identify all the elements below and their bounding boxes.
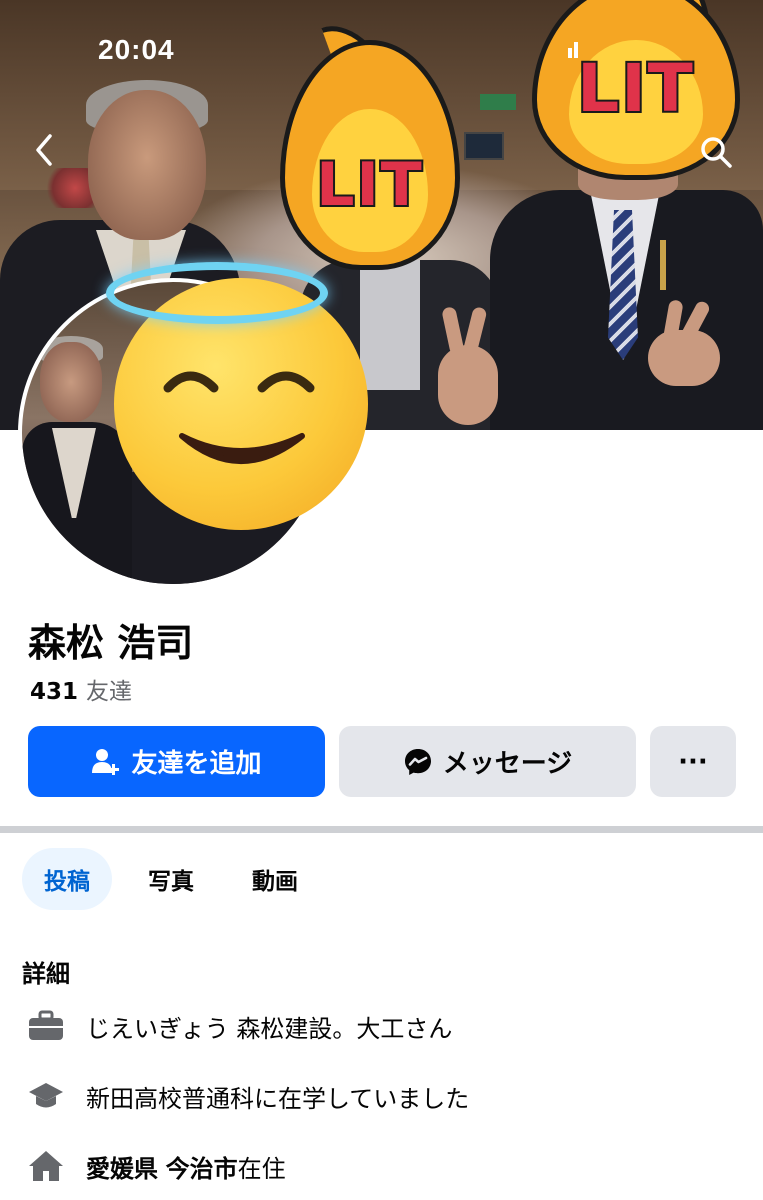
detail-work: じえいぎょう 森松建設。大工さん: [28, 1008, 452, 1044]
add-friend-button[interactable]: 友達を追加: [28, 726, 325, 797]
background-monitor: [464, 132, 504, 160]
detail-work-text: じえいぎょう 森松建設。大工さん: [86, 1014, 453, 1043]
graduation-cap-icon: [28, 1078, 64, 1114]
sticker-text: LIT: [575, 48, 695, 129]
cover-person-right: [490, 160, 763, 430]
sticker-text: LIT: [314, 148, 424, 222]
chevron-left-icon: [36, 134, 52, 166]
details-heading: 詳細: [22, 960, 70, 988]
detail-education-text: 新田高校普通科に在学していました: [86, 1084, 470, 1113]
location-prefecture-link[interactable]: 愛媛県: [86, 1149, 158, 1184]
peace-sign-hand: [648, 330, 720, 386]
halo: [106, 262, 328, 324]
briefcase-icon: [28, 1008, 64, 1044]
status-bar-time: 20:04: [98, 34, 175, 65]
messenger-icon: [403, 747, 433, 777]
location-city-link[interactable]: 今治市: [166, 1149, 238, 1184]
location-suffix: 在住: [237, 1154, 286, 1183]
detail-location: 愛媛県 今治市 在住: [28, 1148, 286, 1184]
signal-icon: [568, 42, 578, 58]
profile-name: 森松 浩司: [28, 621, 194, 665]
tab-photos[interactable]: 写真: [130, 848, 212, 910]
exit-sign: [480, 94, 516, 110]
more-options-button[interactable]: ···: [650, 726, 736, 797]
back-button[interactable]: [22, 128, 66, 172]
tab-posts[interactable]: 投稿: [22, 848, 112, 910]
add-friend-label: 友達を追加: [131, 749, 262, 779]
message-button[interactable]: メッセージ: [339, 726, 636, 797]
friends-count: 431: [30, 679, 79, 705]
section-divider: [0, 826, 763, 833]
peace-sign-hand: [438, 345, 498, 425]
search-icon: [701, 137, 732, 168]
search-button[interactable]: [694, 130, 738, 174]
house-icon: [28, 1148, 64, 1184]
friends-label: 友達: [86, 679, 133, 705]
person-add-icon: [91, 747, 121, 777]
more-icon: ···: [678, 746, 708, 777]
tab-videos[interactable]: 動画: [234, 848, 316, 910]
friends-count-link[interactable]: 431 友達: [30, 672, 132, 706]
detail-education: 新田高校普通科に在学していました: [28, 1078, 469, 1114]
lit-fire-sticker: LIT: [280, 10, 460, 270]
message-label: メッセージ: [442, 749, 573, 779]
